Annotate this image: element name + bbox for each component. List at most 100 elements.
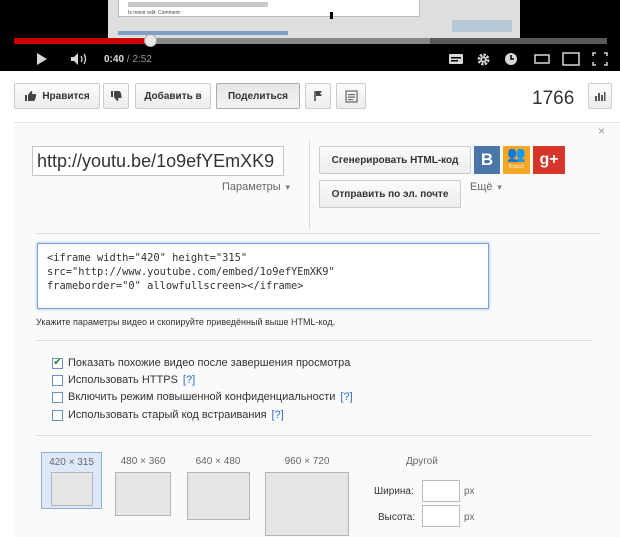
volume-button[interactable] xyxy=(70,48,90,70)
help-link[interactable]: [?] xyxy=(340,391,352,403)
time-total: / 2:52 xyxy=(126,53,152,65)
option-label: Использовать старый код встраивания xyxy=(68,409,267,421)
size-option-420[interactable]: 420 × 315 xyxy=(41,452,102,509)
time-current: 0:40 xyxy=(104,53,125,65)
flag-icon xyxy=(313,91,322,101)
people-icon: 👥 xyxy=(507,146,526,163)
video-frame-bar xyxy=(118,31,288,35)
more-dropdown[interactable]: Ещё ▼ xyxy=(470,181,504,193)
settings-button[interactable] xyxy=(476,48,491,70)
divider xyxy=(36,233,600,234)
size-label: 640 × 480 xyxy=(195,456,241,467)
flag-button[interactable] xyxy=(305,83,331,109)
gear-icon xyxy=(477,53,490,65)
odnoklassniki-label: Класс! xyxy=(509,164,524,170)
option-https[interactable]: Использовать HTTPS [?] xyxy=(52,374,195,386)
action-bar: Нравится Добавить в Поделиться xyxy=(0,78,620,114)
like-label: Нравится xyxy=(42,90,90,102)
video-frame-cursor xyxy=(330,12,333,19)
divider xyxy=(36,340,592,341)
progress-played xyxy=(14,38,151,44)
size-label: 420 × 315 xyxy=(49,457,94,468)
size-preview xyxy=(265,472,349,536)
option-label: Использовать HTTPS xyxy=(68,374,178,386)
checkbox[interactable] xyxy=(52,409,63,421)
chevron-down-icon: ▼ xyxy=(495,183,504,192)
option-privacy-mode[interactable]: Включить режим повышенной конфиденциальн… xyxy=(52,391,353,403)
divider xyxy=(309,140,310,230)
dislike-button[interactable] xyxy=(103,83,129,109)
small-player-icon xyxy=(534,54,550,64)
size-preview xyxy=(50,472,93,506)
watch-later-button[interactable] xyxy=(504,48,518,70)
share-label: Поделиться xyxy=(227,90,288,102)
video-frame-text: Is minor edit: Comment: xyxy=(128,10,182,16)
width-label: Ширина: xyxy=(374,486,414,497)
add-to-label: Добавить в xyxy=(144,90,202,102)
size-preview xyxy=(186,472,250,520)
progress-bar[interactable] xyxy=(14,38,607,44)
size-label: 960 × 720 xyxy=(284,456,330,467)
option-label: Показать похожие видео после завершения … xyxy=(68,357,351,369)
time-display: 0:40 / 2:52 xyxy=(104,48,152,70)
checkbox[interactable]: ✔ xyxy=(52,357,63,369)
view-count: 1766 xyxy=(532,88,575,109)
checkbox[interactable] xyxy=(52,374,63,386)
size-option-960[interactable]: 960 × 720 xyxy=(264,456,350,536)
thumbs-down-icon xyxy=(111,91,122,101)
chevron-down-icon: ▼ xyxy=(283,183,292,192)
large-player-button[interactable] xyxy=(562,48,580,70)
divider xyxy=(36,435,592,436)
google-plus-share-icon[interactable]: g+ xyxy=(533,146,565,174)
statistics-button[interactable] xyxy=(588,83,612,109)
parameters-dropdown[interactable]: Параметры ▼ xyxy=(222,181,292,193)
help-link[interactable]: [?] xyxy=(183,374,195,386)
video-frame-status xyxy=(452,20,512,32)
height-input[interactable] xyxy=(422,505,460,527)
transcript-button[interactable] xyxy=(336,83,366,109)
captions-button[interactable] xyxy=(448,48,464,70)
option-label: Включить режим повышенной конфиденциальн… xyxy=(68,391,336,403)
video-player[interactable]: Is minor edit: Comment: 0:40 / 2:52 xyxy=(0,0,620,71)
height-unit: px xyxy=(464,512,475,523)
help-link[interactable]: [?] xyxy=(272,409,284,421)
custom-size-title: Другой xyxy=(406,456,438,467)
play-icon xyxy=(37,53,47,65)
email-label: Отправить по эл. почте xyxy=(331,188,449,200)
share-button[interactable]: Поделиться xyxy=(216,83,300,109)
vk-label: B xyxy=(480,150,494,169)
option-related-videos[interactable]: ✔ Показать похожие видео после завершени… xyxy=(52,357,350,369)
close-icon[interactable]: × xyxy=(598,124,605,138)
checkbox[interactable] xyxy=(52,391,63,403)
odnoklassniki-share-icon[interactable]: 👥 Класс! xyxy=(503,146,530,174)
play-button[interactable] xyxy=(36,48,50,70)
width-unit: px xyxy=(464,486,475,497)
parameters-label: Параметры xyxy=(222,181,281,193)
player-controls: 0:40 / 2:52 xyxy=(0,48,620,70)
add-to-button[interactable]: Добавить в xyxy=(135,83,211,109)
size-option-480[interactable]: 480 × 360 xyxy=(113,456,173,516)
fullscreen-button[interactable] xyxy=(592,48,608,70)
fullscreen-icon xyxy=(592,52,608,66)
google-plus-label: g+ xyxy=(539,151,559,168)
volume-icon xyxy=(71,53,87,65)
progress-loaded xyxy=(150,38,431,44)
email-button[interactable]: Отправить по эл. почте xyxy=(319,180,461,208)
like-button[interactable]: Нравится xyxy=(14,83,100,109)
large-player-icon xyxy=(562,52,580,66)
size-preview xyxy=(115,472,171,516)
size-label: 480 × 360 xyxy=(120,456,166,467)
vk-share-icon[interactable]: B xyxy=(474,146,500,174)
progress-scrubber[interactable] xyxy=(144,34,158,47)
width-input[interactable] xyxy=(422,480,460,502)
transcript-icon xyxy=(344,89,358,103)
small-player-button[interactable] xyxy=(534,48,550,70)
option-old-embed-code[interactable]: Использовать старый код встраивания [?] xyxy=(52,409,284,421)
embed-code-textarea[interactable]: <iframe width="420" height="315" src="ht… xyxy=(37,243,489,309)
embed-hint: Укажите параметры видео и скопируйте при… xyxy=(36,317,336,327)
generate-html-button[interactable]: Сгенерировать HTML-код xyxy=(319,146,471,174)
short-url-field[interactable]: http://youtu.be/1o9efYEmXK9 xyxy=(32,146,284,176)
captions-icon xyxy=(449,54,463,64)
size-option-640[interactable]: 640 × 480 xyxy=(186,456,250,520)
bar-chart-icon xyxy=(595,92,606,101)
